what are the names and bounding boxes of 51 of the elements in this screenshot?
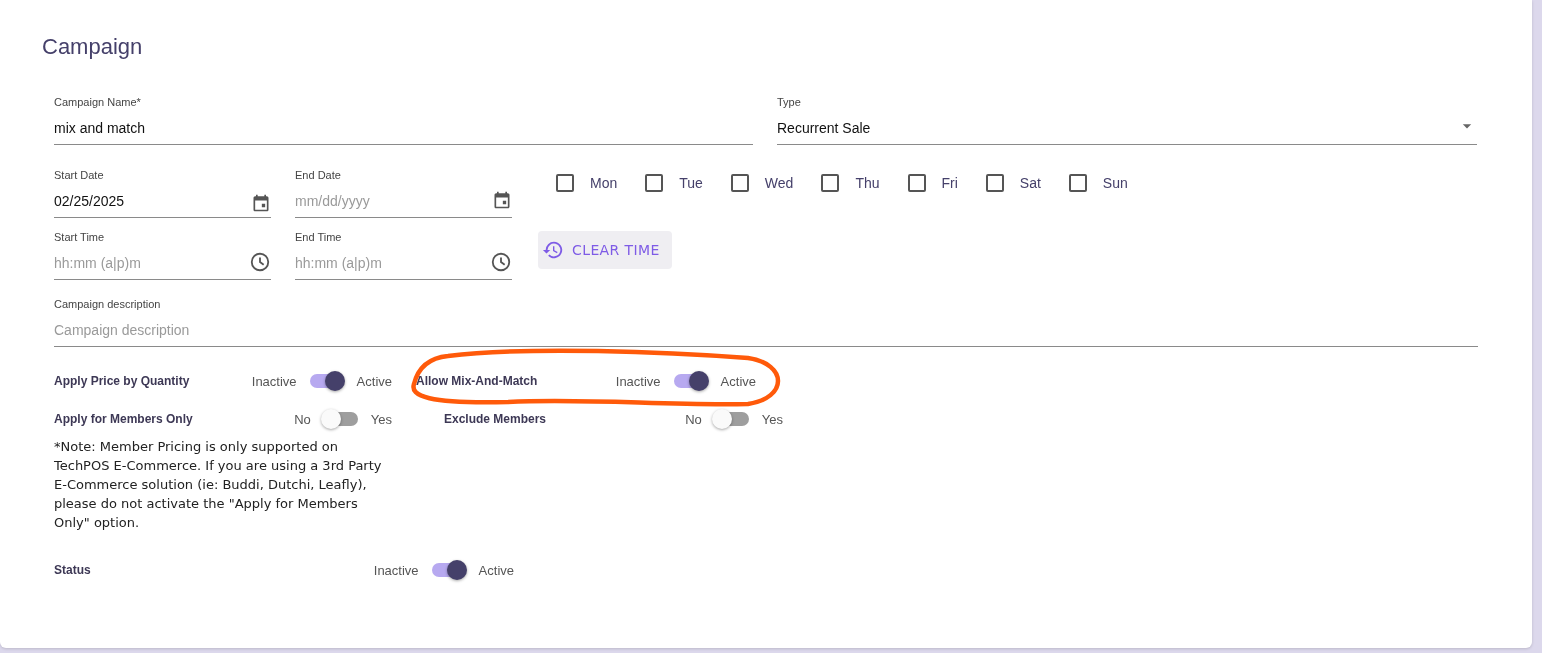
toggle-on-text: Active xyxy=(478,562,514,578)
toggle-off-text: Inactive xyxy=(251,373,297,389)
clock-icon[interactable] xyxy=(490,251,512,273)
toggle-off-text: Inactive xyxy=(615,373,661,389)
clear-time-button[interactable]: CLEAR TIME xyxy=(538,231,672,269)
clock-icon[interactable] xyxy=(249,251,271,273)
day-checkbox[interactable] xyxy=(556,174,574,192)
day-checkbox[interactable] xyxy=(730,174,749,192)
page-title: Campaign xyxy=(42,33,144,61)
field-label: Start Date xyxy=(54,168,104,182)
end-date-field[interactable]: mm/dd/yyyy xyxy=(295,183,488,217)
toggle-label: Status xyxy=(54,563,92,577)
toggle-on-text: Active xyxy=(356,373,392,389)
toggle-label: Apply Price by Quantity xyxy=(54,374,191,388)
toggle-label: Allow Mix-And-Match xyxy=(416,374,539,388)
history-icon xyxy=(542,239,564,261)
toggle-off-text: No xyxy=(685,411,702,427)
field-label: End Time xyxy=(295,230,342,244)
type-select[interactable]: Type Recurrent Sale xyxy=(777,92,1477,145)
day-label: Mon xyxy=(590,175,618,191)
day-checkbox[interactable] xyxy=(907,174,926,192)
toggle-on-text: Yes xyxy=(370,411,392,427)
day-checkbox[interactable] xyxy=(985,174,1004,192)
toggle-on-text: Active xyxy=(720,373,756,389)
day-label: Wed xyxy=(764,175,794,191)
campaign-name-field[interactable]: Campaign Name* mix and match xyxy=(54,92,753,145)
field-label: Campaign Name* xyxy=(54,95,141,109)
day-label: Thu xyxy=(855,175,880,191)
member-pricing-note: *Note: Member Pricing is only supported on TechPOS E-Commerce. If you are using a 3rd Party E-Commerce solution (ie: Buddi, Dutchi, Leafly), please do not activate the "Apply for Members Only" option. xyxy=(54,438,383,532)
calendar-icon[interactable] xyxy=(492,190,512,210)
toggle-label: Exclude Members xyxy=(444,412,548,426)
toggle-on-text: Yes xyxy=(761,411,783,427)
day-label: Fri xyxy=(941,175,958,191)
start-time-field[interactable]: hh:mm (a|p)m xyxy=(54,245,245,279)
toggle-label: Apply for Members Only xyxy=(54,412,194,426)
day-checkbox[interactable] xyxy=(645,174,664,192)
field-label: End Date xyxy=(295,168,341,182)
description-field[interactable]: Campaign description xyxy=(54,312,1474,346)
day-checkbox[interactable] xyxy=(821,174,840,192)
end-time-field[interactable]: hh:mm (a|p)m xyxy=(295,245,486,279)
toggle-off-text: Inactive xyxy=(373,562,419,578)
day-label: Tue xyxy=(679,175,703,191)
day-label: Sun xyxy=(1102,175,1128,191)
field-label: Start Time xyxy=(54,230,105,244)
day-checkbox[interactable] xyxy=(1068,174,1087,192)
start-date-field[interactable]: Start Date 02/25/2025 xyxy=(54,165,271,218)
day-label: Sat xyxy=(1019,175,1041,191)
field-label: Campaign description xyxy=(54,297,161,311)
toggle-off-text: No xyxy=(294,411,311,427)
field-label: Type xyxy=(777,95,801,109)
calendar-icon[interactable] xyxy=(251,193,271,213)
